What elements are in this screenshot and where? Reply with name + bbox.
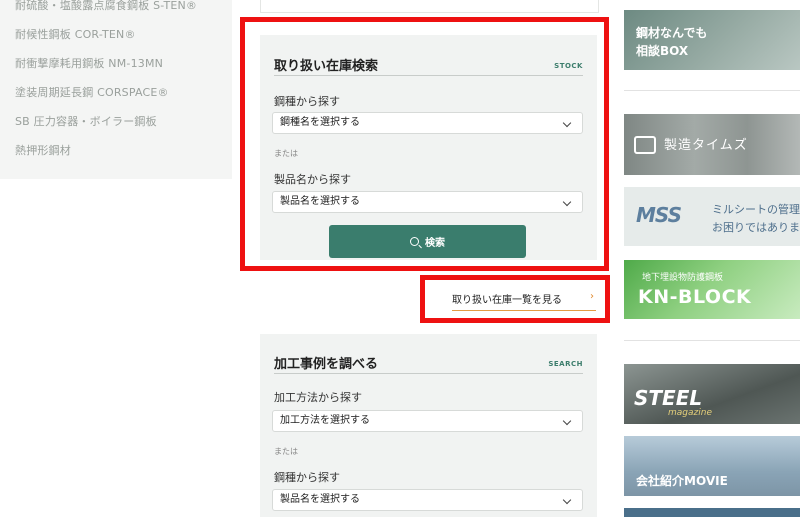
camera-icon	[634, 136, 656, 154]
divider	[274, 373, 583, 374]
process-search-title: 加工事例を調べる	[274, 357, 379, 372]
chevron-right-icon: ›	[590, 291, 594, 302]
stock-list-link[interactable]: 取り扱い在庫一覧を見る ›	[452, 287, 596, 311]
stock-list-link-label: 取り扱い在庫一覧を見る	[452, 295, 562, 306]
kn-block-subtitle: 地下埋設物防護鋼板	[642, 273, 724, 283]
kn-block-banner[interactable]: 地下埋設物防護鋼板 KN-BLOCK	[624, 260, 800, 319]
divider	[624, 340, 800, 341]
previous-card	[260, 0, 599, 13]
consult-box-banner[interactable]: 鋼材なんでも 相談BOX	[624, 10, 800, 70]
sidebar-item-cor-ten[interactable]: 耐候性鋼板 COR-TEN®	[15, 26, 136, 42]
consult-box-line2: 相談BOX	[636, 44, 689, 58]
mss-line2: お困りではありま	[712, 221, 800, 234]
sidebar-item-sb[interactable]: SB 圧力容器・ボイラー鋼板	[15, 113, 157, 129]
steel-magazine-subtitle: magazine	[668, 408, 712, 418]
mss-banner[interactable]: MSS ミルシートの管理 お困りではありま	[624, 187, 800, 246]
left-sidebar: 耐硫酸・塩酸露点腐食鋼板 S-TEN® 耐候性鋼板 COR-TEN® 耐衝撃摩耗…	[0, 0, 232, 179]
process-search-en-label: SEARCH	[548, 360, 583, 368]
steel-type-select[interactable]: 製品名を選択する	[272, 489, 583, 511]
steel-type-select-value: 製品名を選択する	[280, 494, 360, 505]
or-text: または	[274, 447, 298, 456]
sidebar-item-nm-13mn[interactable]: 耐衝撃摩耗用鋼板 NM-13MN	[15, 55, 163, 71]
manufacturing-times-text: 製造タイムズ	[664, 138, 748, 153]
steel-magazine-banner[interactable]: STEEL magazine	[624, 364, 800, 424]
sidebar-item-corspace[interactable]: 塗装周期延長鋼 CORSPACE®	[15, 84, 169, 100]
highlight-frame-stock-search	[240, 17, 609, 271]
chevron-down-icon	[562, 416, 572, 426]
sidebar-item-hot-extruded[interactable]: 熱押形鋼材	[15, 142, 71, 158]
process-method-label: 加工方法から探す	[274, 391, 362, 404]
sidebar-item-s-ten[interactable]: 耐硫酸・塩酸露点腐食鋼板 S-TEN®	[15, 0, 197, 13]
process-method-select[interactable]: 加工方法を選択する	[272, 410, 583, 432]
chevron-down-icon	[562, 495, 572, 505]
steel-magazine-title: STEEL	[634, 386, 703, 410]
steel-type-label: 鋼種から探す	[274, 471, 340, 484]
divider	[624, 90, 800, 91]
kn-block-title: KN-BLOCK	[638, 286, 752, 308]
process-search-panel: 加工事例を調べる SEARCH 加工方法から探す 加工方法を選択する または 鋼…	[260, 334, 597, 517]
company-movie-text: 会社紹介MOVIE	[636, 474, 728, 488]
company-movie-banner[interactable]: 会社紹介MOVIE	[624, 436, 800, 496]
manufacturing-times-banner[interactable]: 製造タイムズ	[624, 114, 800, 175]
consult-box-line1: 鋼材なんでも	[636, 26, 708, 40]
mss-line1: ミルシートの管理	[712, 203, 800, 216]
next-banner-partial	[624, 508, 800, 517]
process-method-select-value: 加工方法を選択する	[280, 415, 370, 426]
mss-logo: MSS	[636, 203, 682, 227]
